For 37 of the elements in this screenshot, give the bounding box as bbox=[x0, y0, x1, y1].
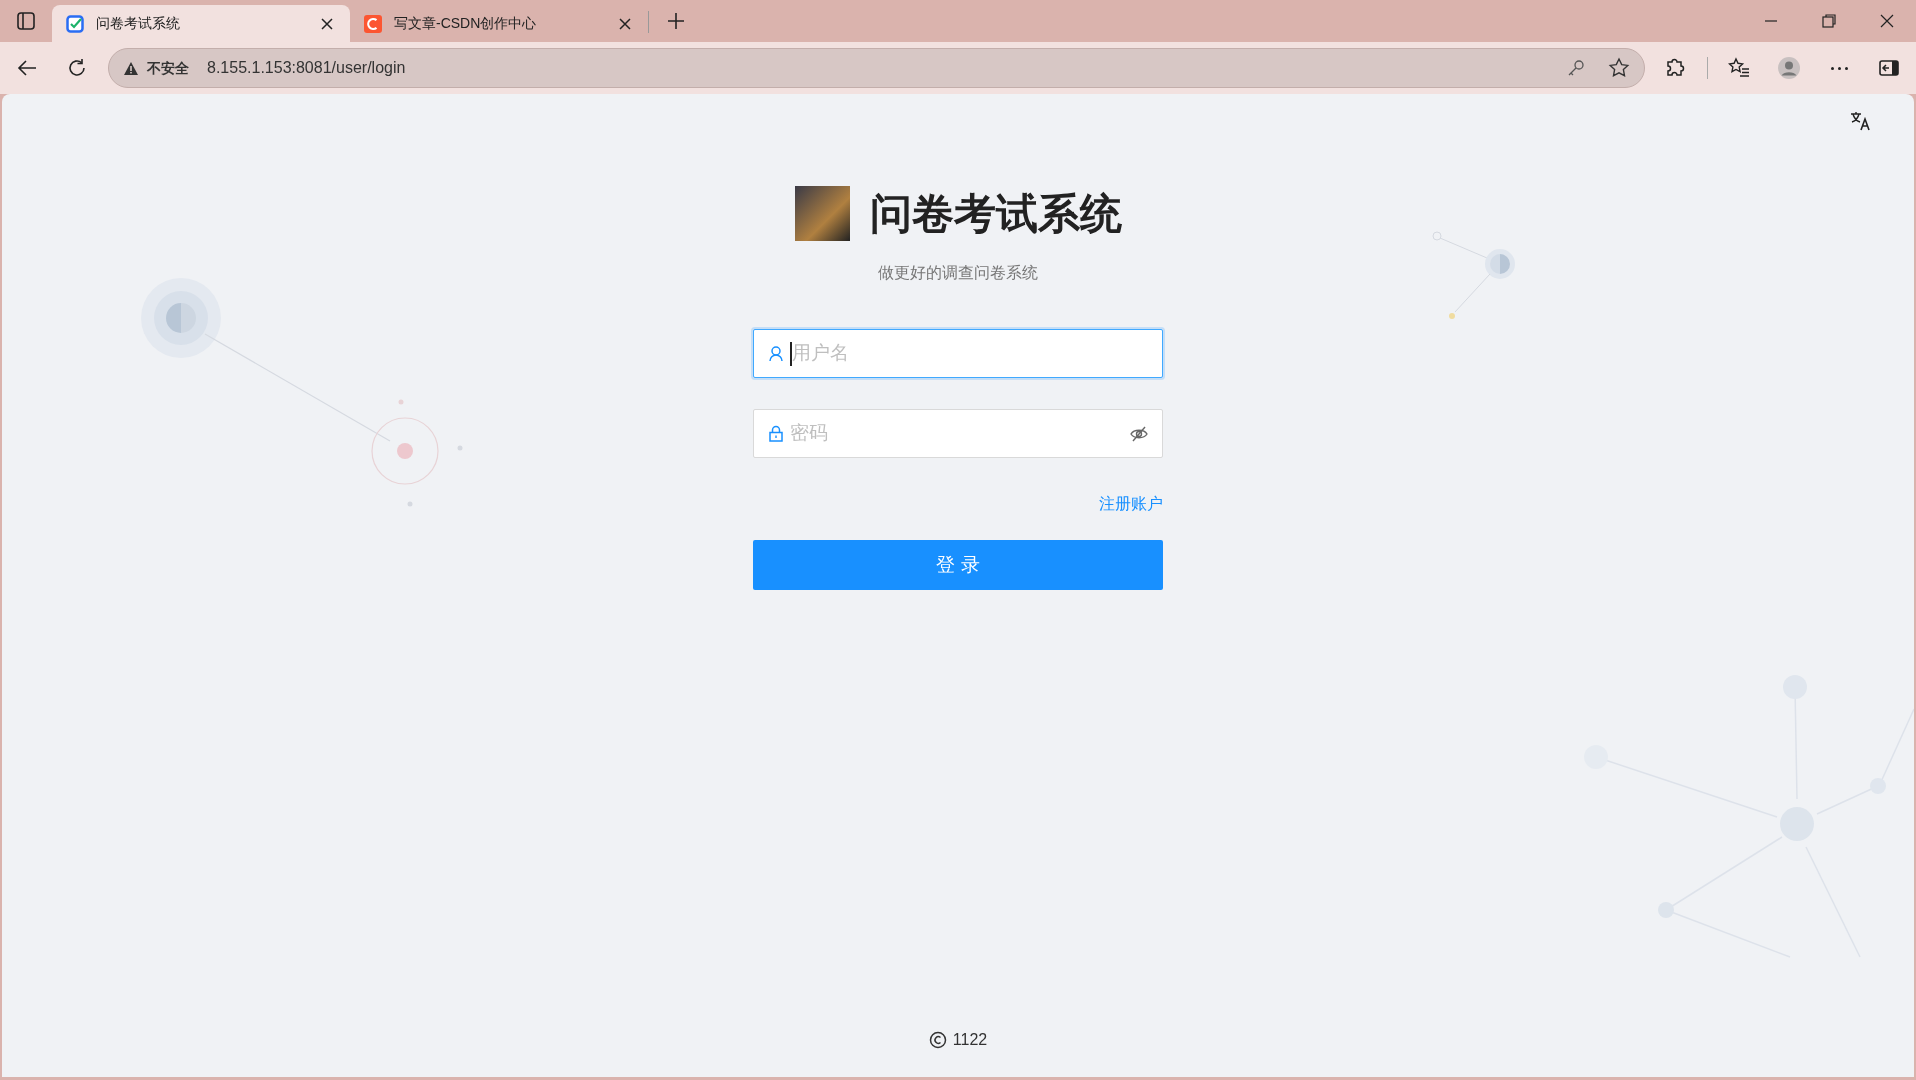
avatar-silhouette-icon bbox=[1778, 57, 1800, 79]
close-window-icon bbox=[1878, 12, 1896, 30]
warning-icon bbox=[123, 60, 139, 76]
photo-placeholder bbox=[794, 186, 850, 241]
reload-icon bbox=[66, 57, 88, 79]
copyright-icon bbox=[928, 1031, 947, 1049]
checkbox-icon bbox=[66, 14, 84, 33]
url-text: 8.155.1.153:8081/user/login bbox=[207, 58, 406, 78]
key-icon[interactable] bbox=[1566, 59, 1584, 77]
address-bar[interactable]: 不安全 8.155.1.153:8081/user/login bbox=[108, 48, 1645, 88]
lock-icon bbox=[768, 425, 784, 442]
eye-slash-icon[interactable] bbox=[1130, 424, 1148, 443]
favorites-star-icon bbox=[1728, 57, 1750, 79]
restore-icon bbox=[1820, 12, 1838, 30]
star-icon[interactable] bbox=[1608, 57, 1630, 79]
app-subtitle: 做更好的调查问卷系统 bbox=[878, 263, 1038, 283]
browser-tab[interactable]: 写文章-CSDN创作中心 bbox=[350, 5, 648, 42]
username-field[interactable]: 用户名 bbox=[753, 329, 1163, 378]
footer-text: 1122 bbox=[952, 1030, 988, 1050]
close-icon[interactable] bbox=[618, 16, 632, 31]
user-icon bbox=[768, 345, 784, 362]
more-icon bbox=[1830, 66, 1848, 70]
sidebar-panel-icon bbox=[1878, 57, 1900, 79]
plus-icon bbox=[667, 12, 685, 30]
puzzle-icon bbox=[1665, 57, 1687, 79]
app-title: 问卷考试系统 bbox=[869, 189, 1122, 239]
password-input[interactable]: 密码 bbox=[790, 419, 1124, 448]
browser-tab[interactable]: 问卷考试系统 bbox=[52, 5, 350, 42]
sidebar-icon bbox=[16, 11, 36, 31]
csdn-logo-icon bbox=[364, 14, 382, 33]
minimize-icon bbox=[1765, 20, 1777, 22]
translate-button[interactable] bbox=[1850, 110, 1872, 132]
security-label: 不安全 bbox=[147, 58, 189, 78]
password-field[interactable]: 密码 bbox=[753, 409, 1163, 458]
translate-icon bbox=[1850, 110, 1872, 132]
username-input[interactable]: 用户名 bbox=[792, 339, 1148, 368]
close-icon[interactable] bbox=[320, 16, 334, 31]
